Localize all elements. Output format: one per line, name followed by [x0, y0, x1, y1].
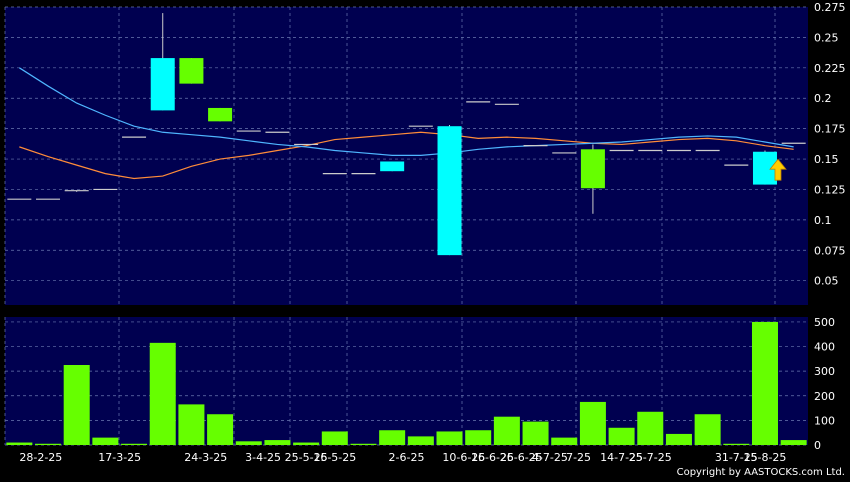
- price-tick-label: 0.175: [814, 123, 846, 136]
- date-tick-label: 4-7-25: [532, 451, 568, 464]
- candle: [380, 161, 405, 172]
- price-tick-label: 0.1: [814, 214, 832, 227]
- volume-bar: [207, 414, 234, 445]
- volume-bar: [665, 433, 692, 445]
- volume-panel: [5, 317, 808, 445]
- volume-tick-label: 500: [814, 316, 835, 329]
- volume-bar: [723, 443, 750, 445]
- candle-body: [208, 107, 233, 122]
- date-tick-label: 25-7-25: [629, 451, 672, 464]
- candle-body: [437, 126, 462, 256]
- price-tick-label: 0.2: [814, 92, 832, 105]
- date-tick-label: 28-2-25: [19, 451, 62, 464]
- volume-bar: [350, 443, 377, 445]
- volume-bar: [493, 416, 520, 445]
- date-tick-label: 2-6-25: [389, 451, 425, 464]
- volume-bar: [551, 437, 578, 445]
- volume-bar: [235, 441, 262, 445]
- volume-bar: [178, 404, 205, 445]
- price-tick-label: 0.05: [814, 275, 839, 288]
- candle: [179, 58, 204, 84]
- volume-tick-label: 0: [814, 439, 821, 452]
- price-tick-label: 0.25: [814, 31, 839, 44]
- date-tick-label: 3-4-25: [245, 451, 281, 464]
- candle-body: [150, 58, 175, 111]
- date-axis: 28-2-25 17-3-25 24-3-25 3-4-25 25-5-2516-5-2…: [19, 451, 786, 464]
- date-tick-label: 15-8-25: [744, 451, 787, 464]
- volume-bar: [751, 321, 778, 445]
- volume-tick-label: 100: [814, 414, 835, 427]
- volume-bar: [465, 430, 492, 445]
- volume-bar: [608, 427, 635, 445]
- volume-bar: [63, 365, 90, 445]
- date-tick-label: 24-3-25: [184, 451, 227, 464]
- volume-bar: [637, 411, 664, 445]
- candle: [437, 124, 462, 256]
- copyright-text: Copyright by AASTOCKS.com Ltd.: [677, 467, 845, 478]
- candle-body: [179, 58, 204, 84]
- date-tick-label: 17-3-25: [98, 451, 141, 464]
- volume-bar: [92, 437, 119, 445]
- price-tick-label: 0.125: [814, 183, 846, 196]
- volume-tick-label: 400: [814, 341, 835, 354]
- price-tick-label: 0.15: [814, 153, 839, 166]
- price-panel: [5, 7, 808, 305]
- volume-bar: [579, 401, 606, 445]
- volume-tick-label: 300: [814, 365, 835, 378]
- volume-bar: [436, 431, 463, 445]
- volume-bar: [379, 430, 406, 445]
- volume-tick-label: 200: [814, 390, 835, 403]
- stock-chart: 0.05 0.075 0.1 0.125 0.15 0.175 0.2 0.225 0.25 0.…: [0, 0, 850, 478]
- date-tick-label: 16-5-25: [313, 451, 356, 464]
- volume-bar: [780, 440, 807, 445]
- volume-bar: [407, 436, 434, 445]
- candle-body: [580, 149, 605, 189]
- volume-bar: [35, 443, 62, 445]
- volume-bar: [522, 421, 549, 445]
- price-tick-label: 0.275: [814, 1, 846, 14]
- date-tick-label: 7-25: [566, 451, 591, 464]
- volume-bar: [293, 442, 320, 445]
- volume-bar: [321, 431, 348, 445]
- price-tick-label: 0.075: [814, 244, 846, 257]
- volume-bar: [264, 440, 291, 445]
- price-tick-label: 0.225: [814, 62, 846, 75]
- volume-bar: [121, 443, 148, 445]
- candle-body: [380, 161, 405, 172]
- volume-bar: [149, 342, 176, 445]
- volume-bar: [6, 442, 33, 445]
- volume-bar: [694, 414, 721, 445]
- chart-canvas: 0.05 0.075 0.1 0.125 0.15 0.175 0.2 0.225 0.25 0.…: [0, 0, 850, 478]
- candle: [208, 107, 233, 122]
